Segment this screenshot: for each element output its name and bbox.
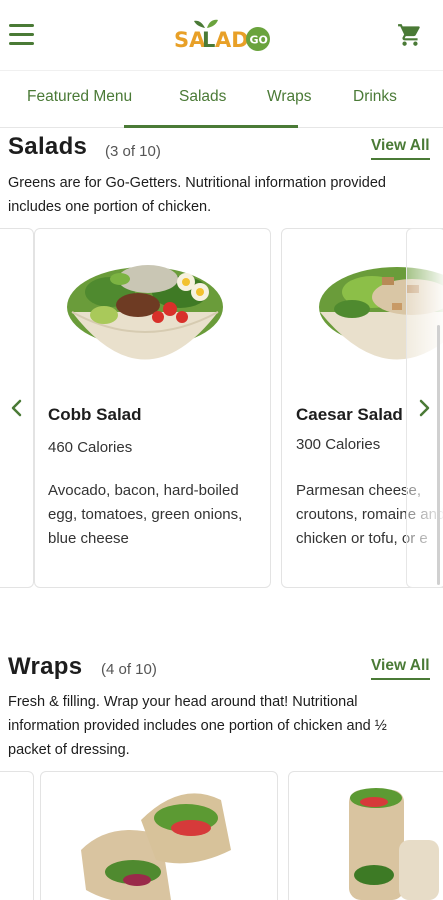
card-calories: 300 Calories (296, 436, 381, 453)
salads-description: Greens are for Go-Getters. Nutritional i… (8, 175, 386, 215)
hamburger-menu-icon[interactable] (9, 24, 34, 46)
wrap-image (349, 788, 439, 900)
card-title: Caesar Salad (296, 405, 403, 424)
wraps-section-title: Wraps (8, 653, 83, 680)
chevron-left-icon[interactable] (7, 396, 27, 420)
tab-salads[interactable]: Salads (179, 71, 226, 127)
scrollbar[interactable] (437, 325, 440, 585)
tab-wraps[interactable]: Wraps (267, 71, 312, 127)
salad-card[interactable]: Cobb Salad 460 Calories Avocado, bacon, … (34, 228, 271, 588)
wraps-count: (4 of 10) (101, 661, 157, 678)
shopping-cart-icon[interactable] (397, 22, 423, 48)
cobb-salad-image (67, 265, 223, 360)
salads-section-title: Salads (8, 133, 88, 160)
svg-text:L: L (202, 28, 215, 52)
salads-count: (3 of 10) (105, 143, 161, 160)
tab-featured-menu[interactable]: Featured Menu (27, 71, 132, 127)
salad-go-logo[interactable]: SA L AD GO (172, 14, 272, 54)
card-description: Avocado, bacon, hard-boiled egg, tomatoe… (48, 482, 243, 547)
tab-drinks[interactable]: Drinks (353, 71, 397, 127)
card-calories: 460 Calories (48, 439, 133, 456)
chevron-right-icon[interactable] (414, 396, 434, 420)
active-tab-indicator (124, 125, 298, 128)
category-tabs: Featured Menu Salads Wraps Drinks (0, 70, 443, 128)
svg-text:GO: GO (250, 34, 268, 47)
wrap-image (81, 793, 231, 900)
svg-text:AD: AD (215, 28, 249, 52)
wraps-view-all-link[interactable]: View All (371, 657, 430, 680)
wraps-description: Fresh & filling. Wrap your head around t… (8, 694, 387, 758)
salads-view-all-link[interactable]: View All (371, 137, 430, 160)
wrap-card[interactable] (288, 771, 443, 900)
card-title: Cobb Salad (48, 405, 142, 424)
previous-wrap-card[interactable] (0, 771, 34, 900)
app-header: SA L AD GO (0, 0, 443, 70)
wrap-card[interactable] (40, 771, 278, 900)
